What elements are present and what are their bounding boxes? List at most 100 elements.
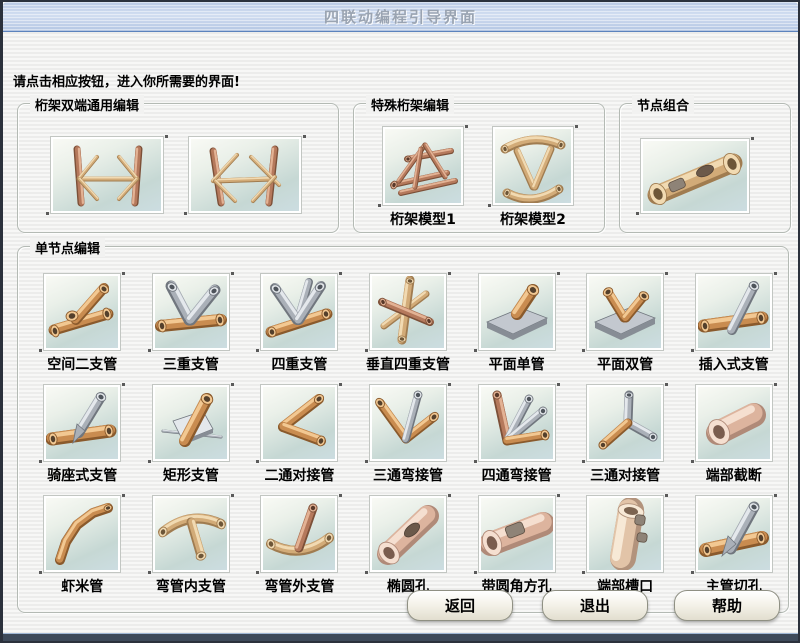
group-single-node-edit-title: 单节点编辑 <box>30 238 105 257</box>
grid-item-label: 平面双管 <box>597 357 653 374</box>
three-way-butt-icon <box>589 387 661 459</box>
tile-plane-double-pipe[interactable] <box>586 273 664 351</box>
exit-button[interactable]: 退出 <box>542 590 648 621</box>
tile-three-way-butt[interactable] <box>586 384 664 462</box>
end-cutoff-icon <box>698 387 770 459</box>
group-single-node-edit: 单节点编辑 空间二支管三重支管四重支管垂直四重支管平面单管平面双管插入式支管骑座… <box>17 246 789 613</box>
truss-k-right-icon <box>191 139 299 211</box>
tile-truss-model-1[interactable] <box>382 126 464 206</box>
truss-model-2-label: 桁架模型2 <box>500 212 566 229</box>
grid-cell: 垂直四重支管 <box>354 273 463 374</box>
tile-end-slot[interactable] <box>586 495 664 573</box>
tile-end-cutoff[interactable] <box>695 384 773 462</box>
tile-inserted-branch[interactable] <box>695 273 773 351</box>
tile-plane-single-pipe[interactable] <box>478 273 556 351</box>
grid-cell: 平面单管 <box>462 273 571 374</box>
tile-ellipse-hole[interactable] <box>369 495 447 573</box>
grid-item-label: 骑座式支管 <box>47 468 117 485</box>
grid-item-label: 三重支管 <box>163 357 219 374</box>
tile-segmented-elbow[interactable] <box>43 495 121 573</box>
tile-triple-branch[interactable] <box>152 273 230 351</box>
tile-bend-inner-branch[interactable] <box>152 495 230 573</box>
tile-rounded-square-hole[interactable] <box>478 495 556 573</box>
help-button[interactable]: 帮助 <box>674 590 780 621</box>
dialog-content: 请点击相应按钮，进入你所需要的界面! 桁架双端通用编辑 特殊桁架编辑 <box>3 33 798 634</box>
grid-cell: 三通弯接管 <box>354 384 463 485</box>
grid-cell: 插入式支管 <box>679 273 788 374</box>
tile-truss-k-left[interactable] <box>50 136 164 214</box>
dialog-window: 四联动编程引导界面 请点击相应按钮，进入你所需要的界面! 桁架双端通用编辑 特殊… <box>0 0 800 643</box>
grid-cell: 四重支管 <box>245 273 354 374</box>
tile-four-way-elbow[interactable] <box>478 384 556 462</box>
grid-item-label: 二通对接管 <box>264 468 334 485</box>
space-two-branch-icon <box>46 276 118 348</box>
truss-model-2-icon <box>495 129 571 203</box>
grid-item-label: 矩形支管 <box>163 468 219 485</box>
grid-cell: 端部截断 <box>679 384 788 485</box>
grid-item-label: 三通对接管 <box>590 468 660 485</box>
grid-cell: 弯管内支管 <box>137 495 246 596</box>
truss-model-1-icon <box>385 129 461 203</box>
combined-node-icon <box>643 141 747 211</box>
tile-two-way-butt[interactable] <box>260 384 338 462</box>
rounded-square-hole-icon <box>481 498 553 570</box>
grid-cell: 矩形支管 <box>137 384 246 485</box>
grid-cell: 带圆角方孔 <box>462 495 571 596</box>
grid-row: 骑座式支管 矩形支管 二通对接管 三通弯接管 四通弯接管 三通对接管 端部截断 <box>18 384 788 485</box>
grid-cell: 虾米管 <box>28 495 137 596</box>
grid-item-label: 插入式支管 <box>699 357 769 374</box>
tile-vertical-quad-branch[interactable] <box>369 273 447 351</box>
rect-branch-icon <box>155 387 227 459</box>
tile-truss-model-2[interactable] <box>492 126 574 206</box>
grid-item-label: 四通弯接管 <box>482 468 552 485</box>
tile-combined-node[interactable] <box>640 138 750 214</box>
truss-k-left-icon <box>53 139 161 211</box>
triple-branch-icon <box>155 276 227 348</box>
tile-truss-k-right[interactable] <box>188 136 302 214</box>
bend-inner-branch-icon <box>155 498 227 570</box>
bend-outer-branch-icon <box>263 498 335 570</box>
grid-row: 虾米管弯管内支管弯管外支管椭圆孔带圆角方孔端部槽口主管切孔 <box>18 495 788 596</box>
grid-cell: 三通对接管 <box>571 384 680 485</box>
grid-cell: 端部槽口 <box>571 495 680 596</box>
return-button[interactable]: 返回 <box>407 590 513 621</box>
group-truss-double-end-title: 桁架双端通用编辑 <box>30 95 144 114</box>
grid-cell: 四通弯接管 <box>462 384 571 485</box>
grid-cell: 弯管外支管 <box>245 495 354 596</box>
window-title: 四联动编程引导界面 <box>324 8 477 26</box>
quad-branch-icon <box>263 276 335 348</box>
inserted-branch-icon <box>698 276 770 348</box>
tile-saddle-branch[interactable] <box>43 384 121 462</box>
group-node-combination-title: 节点组合 <box>632 95 694 114</box>
tile-space-two-branch[interactable] <box>43 273 121 351</box>
instruction-text: 请点击相应按钮，进入你所需要的界面! <box>13 71 240 90</box>
tile-quad-branch[interactable] <box>260 273 338 351</box>
grid-cell: 平面双管 <box>571 273 680 374</box>
tile-bend-outer-branch[interactable] <box>260 495 338 573</box>
grid-item-label: 垂直四重支管 <box>366 357 450 374</box>
truss-model-1-label: 桁架模型1 <box>390 212 456 229</box>
tile-three-way-elbow[interactable] <box>369 384 447 462</box>
ellipse-hole-icon <box>372 498 444 570</box>
grid-cell: 骑座式支管 <box>28 384 137 485</box>
grid-item-label: 端部截断 <box>706 468 762 485</box>
grid-item-label: 三通弯接管 <box>373 468 443 485</box>
segmented-elbow-icon <box>46 498 118 570</box>
plane-double-pipe-icon <box>589 276 661 348</box>
grid-cell: 三重支管 <box>137 273 246 374</box>
group-special-truss-title: 特殊桁架编辑 <box>366 95 454 114</box>
end-slot-icon <box>589 498 661 570</box>
grid-item-label: 虾米管 <box>61 579 103 596</box>
grid-cell: 二通对接管 <box>245 384 354 485</box>
main-pipe-cut-hole-icon <box>698 498 770 570</box>
grid-item-label: 四重支管 <box>271 357 327 374</box>
vertical-quad-branch-icon <box>372 276 444 348</box>
tile-rect-branch[interactable] <box>152 384 230 462</box>
saddle-branch-icon <box>46 387 118 459</box>
grid-cell: 主管切孔 <box>679 495 788 596</box>
grid-item-label: 空间二支管 <box>47 357 117 374</box>
grid-item-label: 弯管外支管 <box>264 579 334 596</box>
group-special-truss: 特殊桁架编辑 桁架模型1 桁架模型2 <box>353 103 605 233</box>
tile-main-pipe-cut-hole[interactable] <box>695 495 773 573</box>
title-bar[interactable]: 四联动编程引导界面 <box>3 2 798 32</box>
